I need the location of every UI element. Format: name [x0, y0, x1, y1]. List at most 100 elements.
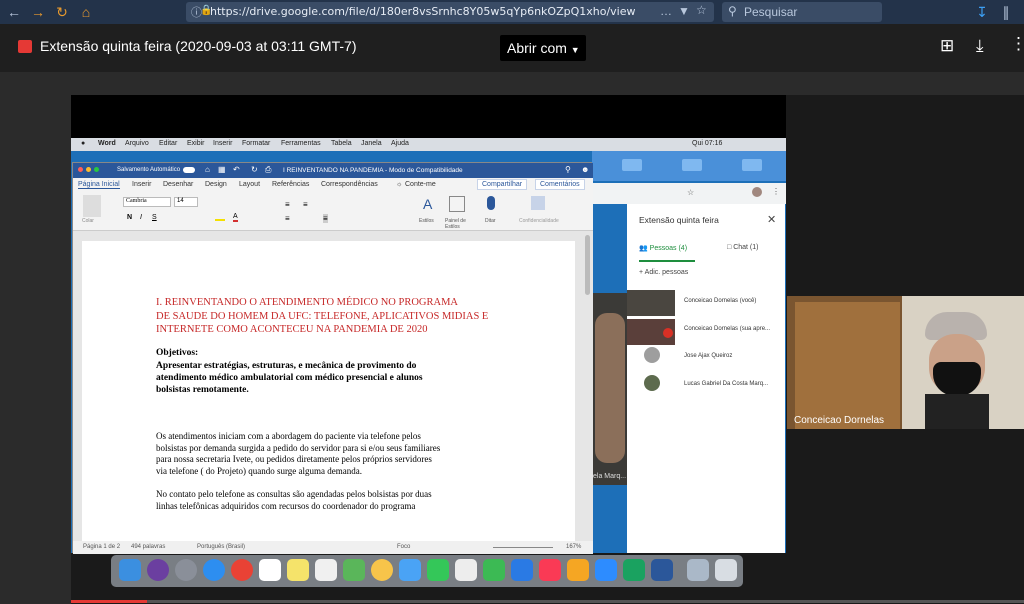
search-icon[interactable]: ⚲: [565, 165, 571, 174]
dictate-icon[interactable]: [487, 196, 495, 210]
menu-icon[interactable]: ⋮: [772, 187, 780, 196]
menu-ajuda[interactable]: Ajuda: [391, 140, 409, 147]
tab-correspondencias[interactable]: Correspondências: [321, 181, 378, 188]
zoom-slider[interactable]: [493, 547, 553, 548]
downloads-stack-icon[interactable]: [687, 559, 709, 581]
tab-inserir[interactable]: Inserir: [132, 181, 151, 188]
share-button[interactable]: Compartilhar: [477, 179, 528, 190]
video-progress-track[interactable]: [71, 600, 1024, 603]
launchpad-icon[interactable]: [175, 559, 197, 581]
maps-icon[interactable]: [343, 559, 365, 581]
sensitivity-icon[interactable]: [531, 196, 545, 210]
video-letterbox: [71, 95, 786, 138]
profile-avatar[interactable]: [752, 187, 762, 197]
font-color-icon[interactable]: A: [233, 213, 238, 222]
safari-icon[interactable]: [203, 559, 225, 581]
bookmark-star-icon[interactable]: ☆: [687, 188, 694, 197]
styles-icon[interactable]: A: [423, 196, 432, 212]
tab-design[interactable]: Design: [205, 181, 227, 188]
menu-arquivo[interactable]: Arquivo: [125, 140, 149, 147]
word-icon[interactable]: [651, 559, 673, 581]
tab-desenhar[interactable]: Desenhar: [163, 181, 193, 188]
address-bar[interactable]: ⓘ 🔒 https://drive.google.com/file/d/180e…: [186, 2, 714, 22]
bookmark-star-icon[interactable]: ☆: [696, 3, 707, 17]
scrollbar[interactable]: [585, 235, 590, 295]
chrome-icon[interactable]: [231, 559, 253, 581]
menu-janela[interactable]: Janela: [361, 140, 382, 147]
align-left-icon[interactable]: ≡: [285, 214, 290, 223]
numbering-icon[interactable]: ≡: [303, 200, 308, 209]
home-icon[interactable]: ⌂: [205, 165, 210, 174]
pocket-icon[interactable]: ▼: [678, 4, 690, 18]
menu-word[interactable]: Word: [98, 140, 116, 147]
italic-icon[interactable]: I: [140, 214, 142, 221]
photos-icon[interactable]: [371, 559, 393, 581]
menu-tabela[interactable]: Tabela: [331, 140, 352, 147]
search-box[interactable]: ⚲ Pesquisar: [722, 2, 882, 22]
comments-button[interactable]: Comentários: [535, 179, 585, 190]
tab-layout[interactable]: Layout: [239, 181, 260, 188]
meet-browser-toolbar: ☆ ⋮: [592, 183, 786, 204]
zoom-icon[interactable]: [595, 559, 617, 581]
language[interactable]: Português (Brasil): [197, 544, 245, 550]
menu-ferramentas[interactable]: Ferramentas: [281, 140, 321, 147]
messages-icon[interactable]: [399, 559, 421, 581]
document-page[interactable]: I. REINVENTANDO O ATENDIMENTO MÉDICO NO …: [82, 241, 575, 542]
tab-conte-me[interactable]: Conte-me: [405, 181, 436, 188]
menu-inserir[interactable]: Inserir: [213, 140, 232, 147]
redo-icon[interactable]: ↻: [251, 165, 258, 174]
notes-icon[interactable]: [287, 559, 309, 581]
autosave-toggle[interactable]: [183, 167, 195, 173]
forward-icon[interactable]: →: [28, 2, 48, 22]
save-icon[interactable]: ▦: [218, 165, 226, 174]
more-options-icon[interactable]: ⋮: [1010, 34, 1024, 54]
maximize-window-icon[interactable]: [94, 167, 99, 172]
numbers-icon[interactable]: [483, 559, 505, 581]
justify-icon[interactable]: ≡: [323, 214, 328, 223]
keynote-icon[interactable]: [511, 559, 533, 581]
music-icon[interactable]: [539, 559, 561, 581]
menu-formatar[interactable]: Formatar: [242, 140, 270, 147]
finder-icon[interactable]: [119, 559, 141, 581]
siri-icon[interactable]: [147, 559, 169, 581]
books-icon[interactable]: [567, 559, 589, 581]
styles-pane-icon[interactable]: [449, 196, 465, 212]
tab-chat[interactable]: □ Chat (1): [727, 244, 758, 251]
undo-icon[interactable]: ↶: [233, 165, 240, 174]
close-window-icon[interactable]: [78, 167, 83, 172]
menu-exibir[interactable]: Exibir: [187, 140, 205, 147]
menu-editar[interactable]: Editar: [159, 140, 177, 147]
add-people-button[interactable]: + Adic. pessoas: [639, 269, 688, 276]
close-icon[interactable]: ✕: [767, 213, 776, 226]
apple-icon[interactable]: ●: [81, 140, 85, 147]
tab-people[interactable]: 👥 Pessoas (4): [639, 244, 687, 252]
minimize-window-icon[interactable]: [86, 167, 91, 172]
paste-icon[interactable]: [83, 195, 101, 217]
highlight-icon[interactable]: [215, 214, 225, 221]
tab-referencias[interactable]: Referências: [272, 181, 309, 188]
pages-icon[interactable]: [455, 559, 477, 581]
underline-icon[interactable]: S: [152, 214, 157, 221]
home-icon[interactable]: ⌂: [76, 2, 96, 22]
open-with-button[interactable]: Abrir com ▼: [500, 35, 586, 61]
facetime-icon[interactable]: [427, 559, 449, 581]
back-icon[interactable]: ←: [4, 2, 24, 22]
print-icon[interactable]: ⎙: [265, 165, 271, 175]
bold-icon[interactable]: N: [127, 214, 132, 221]
app-icon[interactable]: [623, 559, 645, 581]
tab-pagina-inicial[interactable]: Página Inicial: [78, 181, 120, 189]
bullets-icon[interactable]: ≡: [285, 200, 290, 209]
reader-icon[interactable]: …: [660, 4, 672, 18]
share-icon[interactable]: ☻: [581, 165, 589, 174]
add-comment-icon[interactable]: ⊞: [940, 36, 954, 56]
reload-icon[interactable]: ↻: [52, 2, 72, 22]
calendar-icon[interactable]: [259, 559, 281, 581]
download-file-icon[interactable]: ⤓: [976, 36, 984, 56]
reminders-icon[interactable]: [315, 559, 337, 581]
download-icon[interactable]: ↧: [972, 2, 992, 22]
library-icon[interactable]: ∥: [996, 2, 1016, 22]
focus-mode[interactable]: Foco: [397, 544, 410, 550]
font-size-box[interactable]: 14: [174, 197, 198, 207]
trash-icon[interactable]: [715, 559, 737, 581]
font-name-box[interactable]: Cambria: [123, 197, 171, 207]
